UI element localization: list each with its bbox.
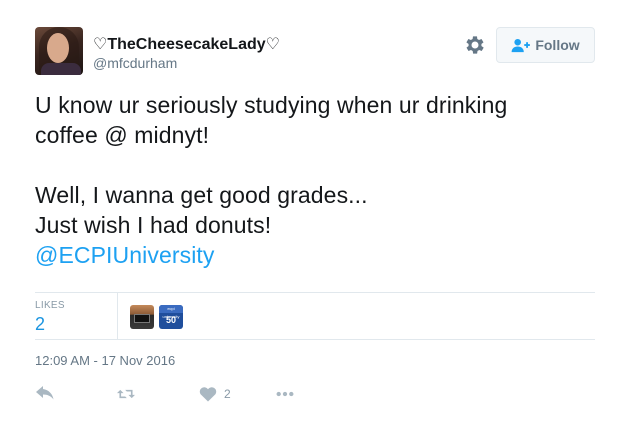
like-count: 2 (224, 387, 231, 401)
tweet-text: U know ur seriously studying when ur dri… (35, 90, 605, 270)
likes-label: LIKES (35, 300, 65, 311)
tweet-stats: LIKES 2 ecpi university 50 (35, 292, 595, 340)
tweet-line: coffee @ midnyt! (35, 122, 210, 148)
gear-icon[interactable] (462, 33, 486, 57)
author-name[interactable]: ♡TheCheesecakeLady♡ (93, 34, 280, 54)
tweet-line: Well, I wanna get good grades... (35, 182, 368, 208)
more-button[interactable] (276, 384, 294, 404)
avatar-face (47, 33, 69, 63)
more-icon (276, 391, 294, 397)
follow-label: Follow (535, 37, 580, 53)
liker-avatar-screen (134, 314, 150, 323)
stats-divider (117, 293, 118, 340)
liker-avatar[interactable]: ecpi university 50 (159, 305, 183, 329)
retweet-button[interactable] (117, 384, 135, 404)
reply-button[interactable] (36, 384, 54, 404)
avatar-shirt (41, 63, 81, 75)
liker-badge-text: ecpi university (159, 305, 183, 319)
like-button[interactable]: 2 (199, 384, 231, 404)
liker-avatar[interactable] (130, 305, 154, 329)
heart-icon (199, 387, 217, 402)
author-handle[interactable]: @mfcdurham (93, 55, 177, 71)
retweet-icon (117, 389, 135, 399)
tweet-line: U know ur seriously studying when ur dri… (35, 92, 508, 118)
mention-link[interactable]: @ECPIUniversity (35, 240, 605, 270)
follow-button[interactable]: Follow (496, 27, 595, 63)
author-avatar[interactable] (35, 27, 83, 75)
tweet-timestamp[interactable]: 12:09 AM - 17 Nov 2016 (35, 353, 175, 368)
reply-icon (36, 386, 54, 400)
liker-badge-number: 50 (165, 315, 176, 325)
likes-count[interactable]: 2 (35, 314, 45, 335)
tweet-line: Just wish I had donuts! (35, 212, 272, 238)
add-user-icon (511, 38, 531, 52)
